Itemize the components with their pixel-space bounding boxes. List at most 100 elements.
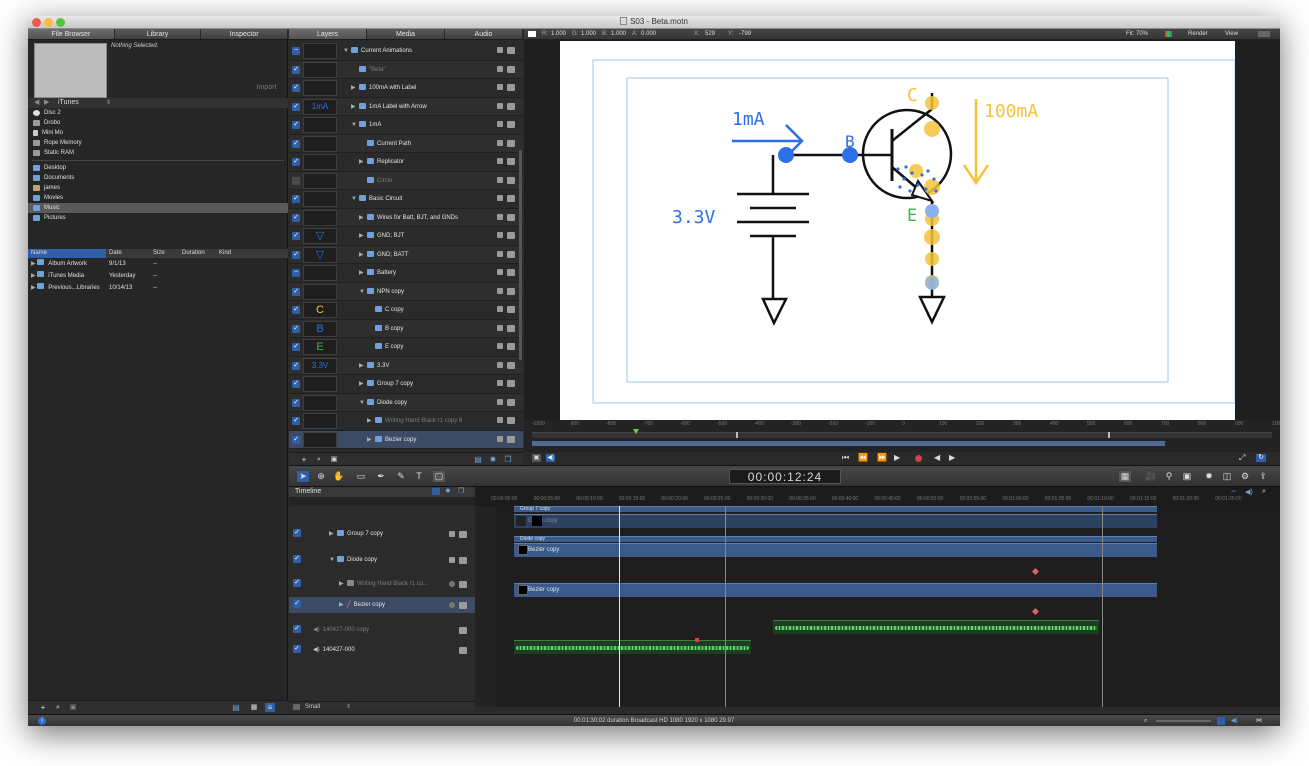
enable-checkbox[interactable]: − (292, 47, 300, 55)
enable-checkbox[interactable]: ✓ (292, 102, 300, 111)
disclosure-triangle-icon[interactable]: ▶ (351, 79, 359, 97)
tab-media[interactable]: Media (367, 29, 445, 39)
chevron-updown-icon[interactable]: ⇕ (346, 702, 351, 712)
search-icon[interactable]: ⌕ (314, 455, 324, 464)
timeline-row[interactable]: ✓ ▶ Group 7 copy (289, 526, 475, 542)
layer-row[interactable]: ✓ ▼ NPN copy (289, 282, 523, 301)
lock-icon[interactable] (507, 176, 515, 184)
layer-row[interactable]: ✓ ▶ Writing Hand Black r1 copy 8 (289, 412, 523, 431)
record-icon[interactable] (915, 455, 922, 462)
color-swatch[interactable] (528, 31, 536, 37)
enable-checkbox[interactable]: ✓ (292, 324, 300, 333)
disclosure-triangle-icon[interactable]: ▶ (31, 273, 36, 279)
enable-checkbox[interactable]: − (292, 269, 300, 277)
list-view-icon[interactable]: ≡ (265, 703, 275, 712)
lock-icon[interactable] (507, 84, 515, 91)
bezier-tool-icon[interactable]: ✒ (375, 471, 387, 482)
layer-row[interactable]: ✓ C C copy (289, 301, 523, 320)
timeline-clip[interactable]: Bezier copy (514, 543, 1157, 557)
disclosure-triangle-icon[interactable]: ▶ (367, 431, 375, 449)
gear-icon[interactable] (449, 581, 455, 587)
lock-icon[interactable] (507, 213, 515, 221)
fullscreen-icon[interactable]: ⤢ (1239, 453, 1245, 463)
tab-inspector[interactable]: Inspector (201, 29, 289, 39)
lights-icon[interactable]: ⚲ (1163, 471, 1175, 482)
enable-checkbox[interactable]: ✓ (292, 84, 300, 92)
zoom-slider[interactable] (1156, 720, 1211, 722)
timeline-row[interactable]: ✓ ◀) 140427-000 copy (289, 622, 475, 638)
source-selector[interactable]: iTunes (58, 98, 79, 108)
source-item[interactable]: Pictures (28, 213, 288, 223)
folder-view-icon[interactable]: ▤ (231, 703, 241, 712)
source-item[interactable]: Documents (28, 173, 288, 183)
tab-audio[interactable]: Audio (445, 29, 523, 39)
lock-icon[interactable] (507, 102, 515, 110)
overlap-icon[interactable]: ⋈ (1256, 715, 1262, 726)
layer-row[interactable]: ✓ ▼ 1mA (289, 116, 523, 135)
timeline-clip[interactable]: Circle copy (514, 514, 1157, 528)
layer-row[interactable]: ✓ ▼ Basic Circuit (289, 190, 523, 209)
export-icon[interactable]: ⇪ (1257, 471, 1269, 482)
next-frame-icon[interactable]: ▶ (949, 453, 955, 462)
enable-checkbox[interactable]: ✓ (292, 417, 300, 425)
source-item[interactable]: Movies (28, 193, 288, 203)
lock-icon[interactable] (497, 398, 503, 405)
layer-row[interactable]: ✓ ▶ Group 7 copy (289, 375, 523, 394)
select-tool-icon[interactable]: ➤ (297, 471, 309, 482)
layer-row[interactable]: ✓ 3.3V ▶ 3.3V (289, 356, 523, 375)
layout-icon[interactable] (1258, 31, 1270, 37)
previous-frame-icon[interactable]: ◀ (934, 453, 940, 462)
lock-icon[interactable] (507, 435, 515, 443)
timeline-row[interactable]: ✓ ▼ Diode copy (289, 552, 475, 568)
lock-icon[interactable] (497, 176, 503, 183)
disclosure-triangle-icon[interactable]: ▼ (359, 394, 367, 412)
disclosure-triangle-icon[interactable]: ▶ (359, 246, 367, 264)
lock-icon[interactable] (497, 65, 503, 72)
camera-icon[interactable]: 🎥 (1145, 471, 1157, 482)
grid-view-icon[interactable]: ▦ (249, 703, 259, 712)
playhead-line[interactable] (619, 506, 620, 707)
lock-icon[interactable] (507, 306, 515, 313)
transform-tool-icon[interactable]: ⊕ (315, 471, 327, 482)
timeline-row-selected[interactable]: ✓ ▶ ╱ Bezier copy (289, 597, 475, 613)
disclosure-triangle-icon[interactable]: ▶ (359, 227, 367, 245)
lock-icon[interactable] (507, 343, 515, 350)
keyframe-marker[interactable] (1031, 607, 1040, 616)
lock-icon[interactable] (507, 121, 515, 128)
source-item[interactable]: Drobo (28, 118, 288, 128)
lock-icon[interactable] (497, 250, 503, 257)
enable-checkbox[interactable]: ✓ (293, 645, 301, 653)
generators-icon[interactable]: ▣ (1181, 471, 1193, 482)
lock-icon[interactable] (507, 398, 515, 406)
layer-row[interactable]: Circle (289, 171, 523, 190)
out-point-marker[interactable] (1108, 432, 1110, 438)
enable-checkbox[interactable]: ✓ (292, 380, 300, 388)
library-browser-icon[interactable]: ▦ (1119, 471, 1131, 482)
disclosure-triangle-icon[interactable]: ▶ (339, 576, 347, 592)
lock-icon[interactable] (497, 102, 503, 109)
lock-icon[interactable] (459, 602, 467, 609)
audio-marker[interactable] (695, 638, 699, 642)
disclosure-triangle-icon[interactable]: ▶ (359, 375, 367, 393)
lock-icon[interactable] (507, 195, 515, 202)
layer-row[interactable]: ✓ ▶ Replicator (289, 153, 523, 172)
timeline-row[interactable]: ✓ ▶ Writing Hand Black r1 co... (289, 576, 475, 592)
disclosure-triangle-icon[interactable]: ▶ (351, 98, 359, 116)
lock-icon[interactable] (497, 47, 503, 53)
layer-row[interactable]: ✓ ▶ Bezier copy (289, 430, 523, 449)
lock-icon[interactable] (507, 65, 515, 73)
in-point-marker[interactable] (736, 432, 738, 438)
column-date[interactable]: Date (106, 249, 150, 258)
enable-checkbox[interactable]: ✓ (293, 579, 301, 587)
tab-layers[interactable]: Layers (289, 29, 367, 39)
column-name[interactable]: Name (28, 249, 106, 258)
enable-checkbox[interactable] (292, 176, 300, 185)
filters-icon[interactable]: ◫ (1221, 471, 1233, 482)
enable-checkbox[interactable]: ✓ (292, 65, 300, 74)
layer-row[interactable]: ✓ ▶ 100mA with Label (289, 79, 523, 98)
layers-view-icon[interactable]: ▤ (473, 455, 483, 464)
enable-checkbox[interactable]: ✓ (292, 398, 300, 407)
audio-waveform-icon[interactable]: ◀) (1245, 488, 1253, 496)
disclosure-triangle-icon[interactable]: ▼ (351, 116, 359, 134)
timeline-row[interactable]: ✓ ◀) 140427-000 (289, 642, 475, 658)
